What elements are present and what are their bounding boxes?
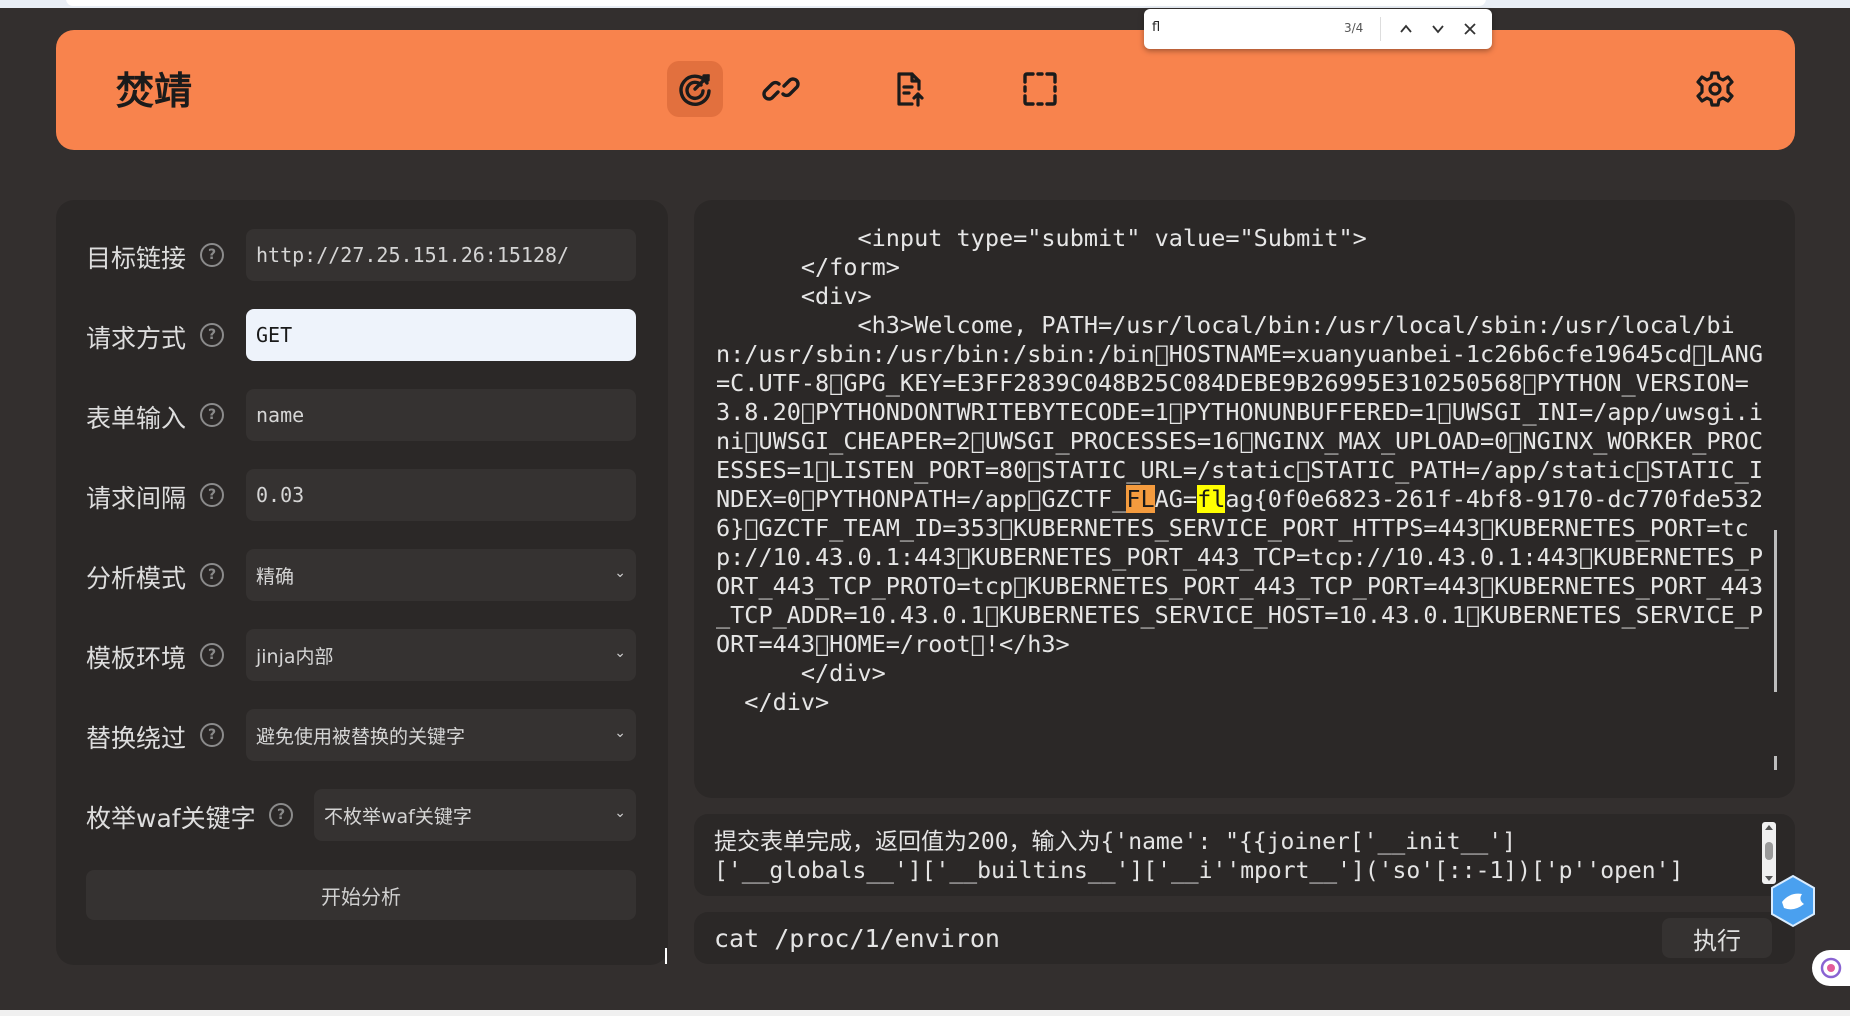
- chevron-down-icon: [1432, 25, 1444, 34]
- text-cursor: [665, 948, 667, 964]
- brand-logo: 焚靖: [116, 69, 193, 113]
- form-input-label: 表单输入: [86, 404, 187, 433]
- help-icon[interactable]: ?: [200, 643, 224, 667]
- assistant-bird-button[interactable]: [1768, 874, 1818, 928]
- nav-file-upload-button[interactable]: [882, 61, 938, 117]
- waf-enum-label: 枚举waf关键字: [86, 804, 256, 833]
- template-env-select[interactable]: jinja内部 ⌄: [246, 629, 636, 681]
- response-output-text: <input type="submit" value="Submit"> </f…: [716, 224, 1776, 717]
- chevron-down-icon: ⌄: [614, 725, 626, 741]
- help-icon[interactable]: ?: [200, 243, 224, 267]
- template-env-row: 模板环境 ? jinja内部 ⌄: [86, 629, 636, 681]
- status-log-line-2: ['__globals__']['__builtins__']['__i''mp…: [714, 858, 1684, 884]
- request-interval-row: 请求间隔 ? 0.03: [86, 469, 636, 521]
- target-url-row: 目标链接 ? http://27.25.151.26:15128/: [86, 229, 636, 281]
- replace-bypass-value: 避免使用被替换的关键字: [256, 725, 466, 748]
- target-url-input[interactable]: http://27.25.151.26:15128/: [246, 229, 636, 281]
- request-interval-label: 请求间隔: [86, 484, 187, 513]
- nav-link-button[interactable]: [753, 61, 809, 117]
- link-icon: [762, 77, 800, 101]
- window-bottom-edge: [0, 1010, 1850, 1016]
- settings-button[interactable]: [1687, 61, 1743, 117]
- request-method-input[interactable]: GET: [246, 309, 636, 361]
- start-analysis-button[interactable]: 开始分析: [86, 870, 636, 920]
- chevron-down-icon: ⌄: [614, 805, 626, 821]
- waf-enum-row: 枚举waf关键字 ? 不枚举waf关键字 ⌄: [86, 789, 636, 841]
- help-icon[interactable]: ?: [269, 803, 293, 827]
- find-close-button[interactable]: [1460, 19, 1480, 39]
- response-text-after: ag{0f0e6823-261f-4bf8-9170-dc770fde5326}…: [716, 485, 1763, 716]
- help-icon[interactable]: ?: [200, 323, 224, 347]
- response-output-panel[interactable]: <input type="submit" value="Submit"> </f…: [694, 200, 1795, 798]
- output-scrollbar-end[interactable]: [1774, 756, 1777, 770]
- request-method-row: 请求方式 ? GET: [86, 309, 636, 361]
- status-log-text: 提交表单完成，返回值为200，输入为{'name': "{{joiner['__…: [714, 828, 1774, 886]
- replace-bypass-label: 替换绕过: [86, 724, 187, 753]
- status-log-panel[interactable]: 提交表单完成，返回值为200，输入为{'name': "{{joiner['__…: [694, 814, 1795, 896]
- replace-bypass-select[interactable]: 避免使用被替换的关键字 ⌄: [246, 709, 636, 761]
- find-divider: [1380, 17, 1381, 41]
- command-input[interactable]: cat /proc/1/environ: [714, 918, 1754, 958]
- sidebar-extension-button[interactable]: [1812, 950, 1850, 986]
- nav-scan-frame-button[interactable]: [1012, 61, 1068, 117]
- response-text-mid: AG=: [1154, 485, 1198, 513]
- help-icon[interactable]: ?: [200, 403, 224, 427]
- form-input-row: 表单输入 ? name: [86, 389, 636, 441]
- help-icon[interactable]: ?: [200, 483, 224, 507]
- execute-button[interactable]: 执行: [1662, 918, 1772, 958]
- find-in-page-bar: fl 3/4: [1144, 9, 1492, 49]
- analysis-mode-select[interactable]: 精确 ⌄: [246, 549, 636, 601]
- browser-chrome-strip: [0, 0, 1850, 8]
- gear-icon: [1696, 71, 1734, 107]
- find-input[interactable]: fl: [1152, 20, 1160, 35]
- chevron-up-icon: [1400, 24, 1412, 33]
- response-text-before: <input type="submit" value="Submit"> </f…: [716, 224, 1763, 513]
- find-previous-button[interactable]: [1396, 19, 1416, 39]
- bird-icon: [1771, 874, 1815, 928]
- analysis-settings-panel: 目标链接 ? http://27.25.151.26:15128/ 请求方式 ?…: [56, 200, 668, 965]
- chevron-down-icon: ⌄: [614, 565, 626, 581]
- help-icon[interactable]: ?: [200, 563, 224, 587]
- find-next-button[interactable]: [1428, 19, 1448, 39]
- target-url-label: 目标链接: [86, 244, 187, 273]
- close-icon: [1464, 23, 1476, 35]
- find-match-count: 3/4: [1344, 21, 1364, 35]
- help-icon[interactable]: ?: [200, 723, 224, 747]
- analysis-mode-label: 分析模式: [86, 564, 187, 593]
- template-env-label: 模板环境: [86, 644, 187, 673]
- target-icon: [679, 74, 711, 106]
- find-current-highlight: FL: [1126, 485, 1155, 513]
- template-env-value: jinja内部: [256, 645, 334, 668]
- scan-frame-icon: [1023, 72, 1057, 106]
- request-method-label: 请求方式: [86, 324, 187, 353]
- extension-icon: [1820, 957, 1842, 979]
- find-match-highlight: fl: [1197, 485, 1226, 513]
- status-log-line-1: 提交表单完成，返回值为200，输入为{'name': "{{joiner['__…: [714, 829, 1516, 855]
- nav-scan-button[interactable]: [667, 61, 723, 117]
- waf-enum-value: 不枚举waf关键字: [324, 805, 472, 828]
- replace-bypass-row: 替换绕过 ? 避免使用被替换的关键字 ⌄: [86, 709, 636, 761]
- waf-enum-select[interactable]: 不枚举waf关键字 ⌄: [314, 789, 636, 841]
- output-scrollbar[interactable]: [1774, 530, 1777, 692]
- command-panel: cat /proc/1/environ 执行: [694, 912, 1795, 964]
- analysis-mode-row: 分析模式 ? 精确 ⌄: [86, 549, 636, 601]
- request-interval-input[interactable]: 0.03: [246, 469, 636, 521]
- form-input-field[interactable]: name: [246, 389, 636, 441]
- analysis-mode-value: 精确: [256, 565, 295, 588]
- app-header: 焚靖: [56, 30, 1795, 150]
- file-upload-icon: [897, 72, 924, 107]
- chevron-down-icon: ⌄: [614, 645, 626, 661]
- browser-address-bar[interactable]: [66, 0, 1486, 6]
